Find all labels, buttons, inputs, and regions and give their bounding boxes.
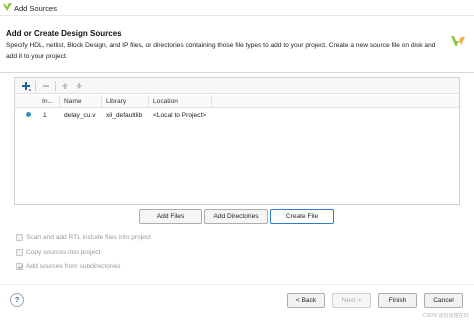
- window-title: Add Sources: [14, 4, 57, 13]
- table-row[interactable]: 1 delay_cu.v xil_defaultlib <Local to Pr…: [15, 108, 459, 122]
- copy-sources-checkbox[interactable]: [16, 248, 23, 256]
- table-header: In... Name Library Location: [15, 95, 459, 108]
- column-header-name[interactable]: Name: [64, 98, 82, 105]
- add-subdirectories-checkbox[interactable]: [16, 262, 23, 270]
- footer-separator: [0, 284, 474, 285]
- move-down-icon[interactable]: [73, 80, 85, 92]
- toolbar-separator: [35, 81, 36, 91]
- scan-rtl-include-checkbox[interactable]: [16, 233, 23, 241]
- vivado-app-icon: [3, 3, 12, 14]
- column-header-index[interactable]: In...: [42, 98, 53, 105]
- finish-button[interactable]: Finish: [378, 293, 417, 308]
- row-index: 1: [43, 111, 47, 119]
- back-button[interactable]: < Back: [287, 293, 325, 308]
- remove-icon[interactable]: [40, 80, 52, 92]
- row-name: delay_cu.v: [64, 111, 96, 119]
- toolbar-separator: [55, 81, 56, 91]
- watermark: CSDN @好运常在01: [423, 313, 470, 319]
- sources-table: In... Name Library Location 1 delay_cu.v…: [15, 95, 459, 122]
- add-icon[interactable]: [20, 80, 32, 92]
- header-title: Add or Create Design Sources: [6, 29, 122, 38]
- scan-rtl-include-label: Scan and add RTL include files into proj…: [26, 233, 151, 241]
- dialog-header: Add or Create Design Sources Specify HDL…: [0, 16, 474, 72]
- add-directories-button[interactable]: Add Directories: [204, 209, 268, 224]
- row-library: xil_defaultlib: [106, 111, 143, 119]
- vivado-logo-icon: [450, 33, 466, 51]
- cancel-button[interactable]: Cancel: [424, 293, 463, 308]
- help-button[interactable]: ?: [10, 293, 24, 307]
- source-status-dot: [26, 111, 31, 117]
- add-files-button[interactable]: Add Files: [139, 209, 202, 224]
- create-file-button[interactable]: Create File: [270, 209, 334, 224]
- header-separator: [0, 72, 474, 73]
- copy-sources-option[interactable]: Copy sources into project: [16, 247, 100, 257]
- header-description: Specify HDL, netlist, Block Design, and …: [6, 42, 436, 60]
- add-subdirectories-option[interactable]: Add sources from subdirectories: [16, 261, 121, 271]
- scan-rtl-include-option[interactable]: Scan and add RTL include files into proj…: [16, 232, 151, 242]
- next-button[interactable]: Next >: [332, 293, 371, 308]
- row-location: <Local to Project>: [153, 111, 207, 119]
- sources-panel: In... Name Library Location 1 delay_cu.v…: [14, 77, 460, 205]
- copy-sources-label: Copy sources into project: [26, 248, 101, 256]
- column-header-library[interactable]: Library: [106, 98, 126, 105]
- column-header-location[interactable]: Location: [153, 98, 178, 105]
- move-up-icon[interactable]: [59, 80, 71, 92]
- sources-toolbar: [15, 78, 459, 94]
- title-bar: Add Sources: [0, 0, 474, 16]
- add-subdirectories-label: Add sources from subdirectories: [26, 262, 121, 270]
